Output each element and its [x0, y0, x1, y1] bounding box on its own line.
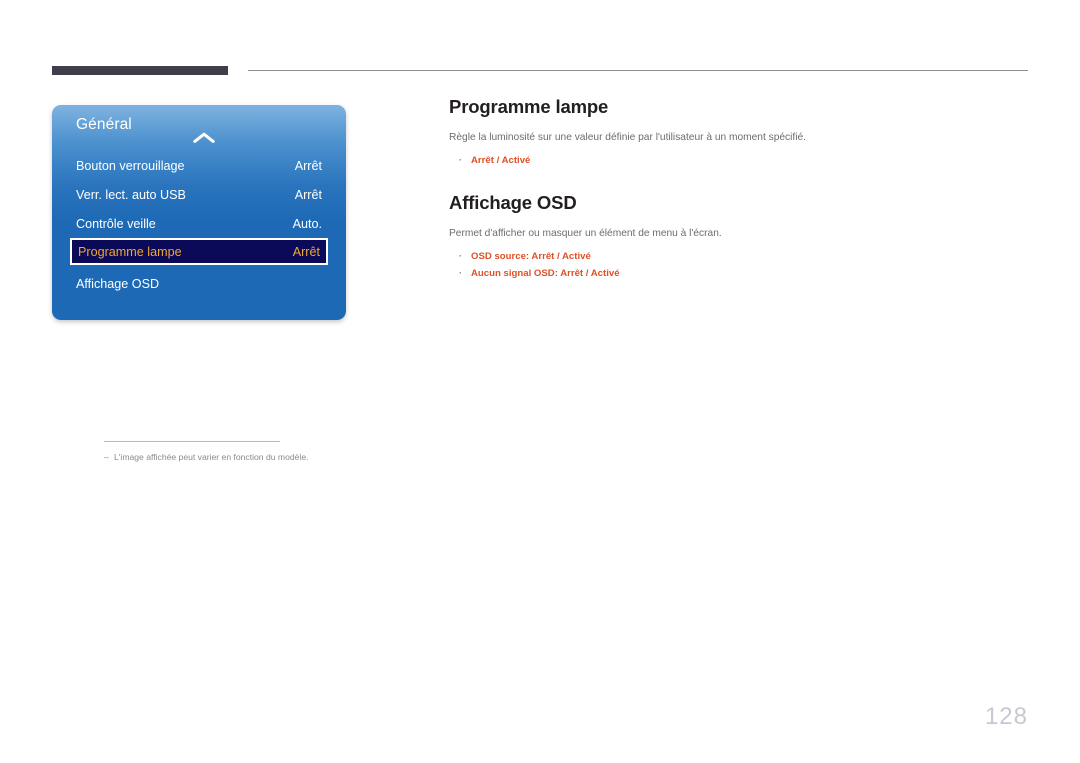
list-item: · Aucun signal OSD: Arrêt / Activé: [449, 266, 1029, 281]
header-divider-line: [248, 70, 1028, 71]
osd-menu-header: Général: [52, 105, 346, 151]
osd-row-programme-lampe-selected[interactable]: Programme lampe Arrêt: [70, 238, 328, 265]
list-item: · Arrêt / Activé: [449, 153, 1029, 168]
bullet-text: Aucun signal OSD: Arrêt / Activé: [471, 268, 620, 280]
osd-row-label: Affichage OSD: [76, 276, 160, 291]
section-bullets-programme-lampe: · Arrêt / Activé: [449, 153, 1029, 168]
description-column: Programme lampe Règle la luminosité sur …: [449, 96, 1029, 284]
osd-row-verr-lect-auto-usb[interactable]: Verr. lect. auto USB Arrêt: [52, 180, 346, 209]
section-body-affichage-osd: Permet d'afficher ou masquer un élément …: [449, 228, 722, 240]
chevron-up-icon[interactable]: [193, 132, 215, 143]
osd-row-value: Arrêt: [294, 187, 322, 202]
header-accent-bar: [52, 66, 228, 75]
osd-menu-panel: Général Bouton verrouillage Arrêt Verr. …: [52, 105, 346, 320]
list-item: · OSD source: Arrêt / Activé: [449, 249, 1029, 264]
bullet-text: Arrêt / Activé: [471, 154, 531, 166]
osd-row-affichage-osd[interactable]: Affichage OSD: [52, 269, 346, 298]
footnote-text: L'image affichée peut varier en fonction…: [114, 452, 309, 462]
section-body-programme-lampe: Règle la luminosité sur une valeur défin…: [449, 132, 806, 143]
bullet-dot-icon: ·: [459, 250, 462, 261]
osd-row-value: Arrêt: [294, 158, 322, 173]
osd-row-label: Verr. lect. auto USB: [76, 187, 186, 202]
footnote-dash: ‒: [104, 452, 109, 462]
osd-row-value: Auto.: [292, 216, 322, 231]
section-bullets-affichage-osd: · OSD source: Arrêt / Activé · Aucun sig…: [449, 249, 1029, 282]
osd-row-bouton-verrouillage[interactable]: Bouton verrouillage Arrêt: [52, 151, 346, 180]
osd-row-controle-veille[interactable]: Contrôle veille Auto.: [52, 209, 346, 238]
page-number: 128: [984, 703, 1028, 730]
footnote-divider: [104, 441, 280, 442]
bullet-text: OSD source: Arrêt / Activé: [471, 250, 591, 262]
osd-row-label: Bouton verrouillage: [76, 158, 185, 173]
osd-illustration-column: Général Bouton verrouillage Arrêt Verr. …: [52, 105, 346, 462]
osd-menu-rows: Bouton verrouillage Arrêt Verr. lect. au…: [52, 151, 346, 298]
page-header: [0, 0, 1080, 90]
section-title-affichage-osd: Affichage OSD: [449, 192, 577, 214]
section-title-programme-lampe: Programme lampe: [449, 96, 609, 117]
footnote: ‒ L'image affichée peut varier en foncti…: [104, 441, 404, 464]
osd-row-label: Programme lampe: [78, 244, 182, 259]
bullet-dot-icon: ·: [459, 154, 462, 165]
osd-row-value: Arrêt: [292, 244, 320, 259]
bullet-dot-icon: ·: [459, 268, 462, 279]
osd-menu-title: Général: [76, 116, 132, 133]
osd-row-label: Contrôle veille: [76, 216, 156, 231]
footnote-line: ‒ L'image affichée peut varier en foncti…: [104, 452, 404, 464]
